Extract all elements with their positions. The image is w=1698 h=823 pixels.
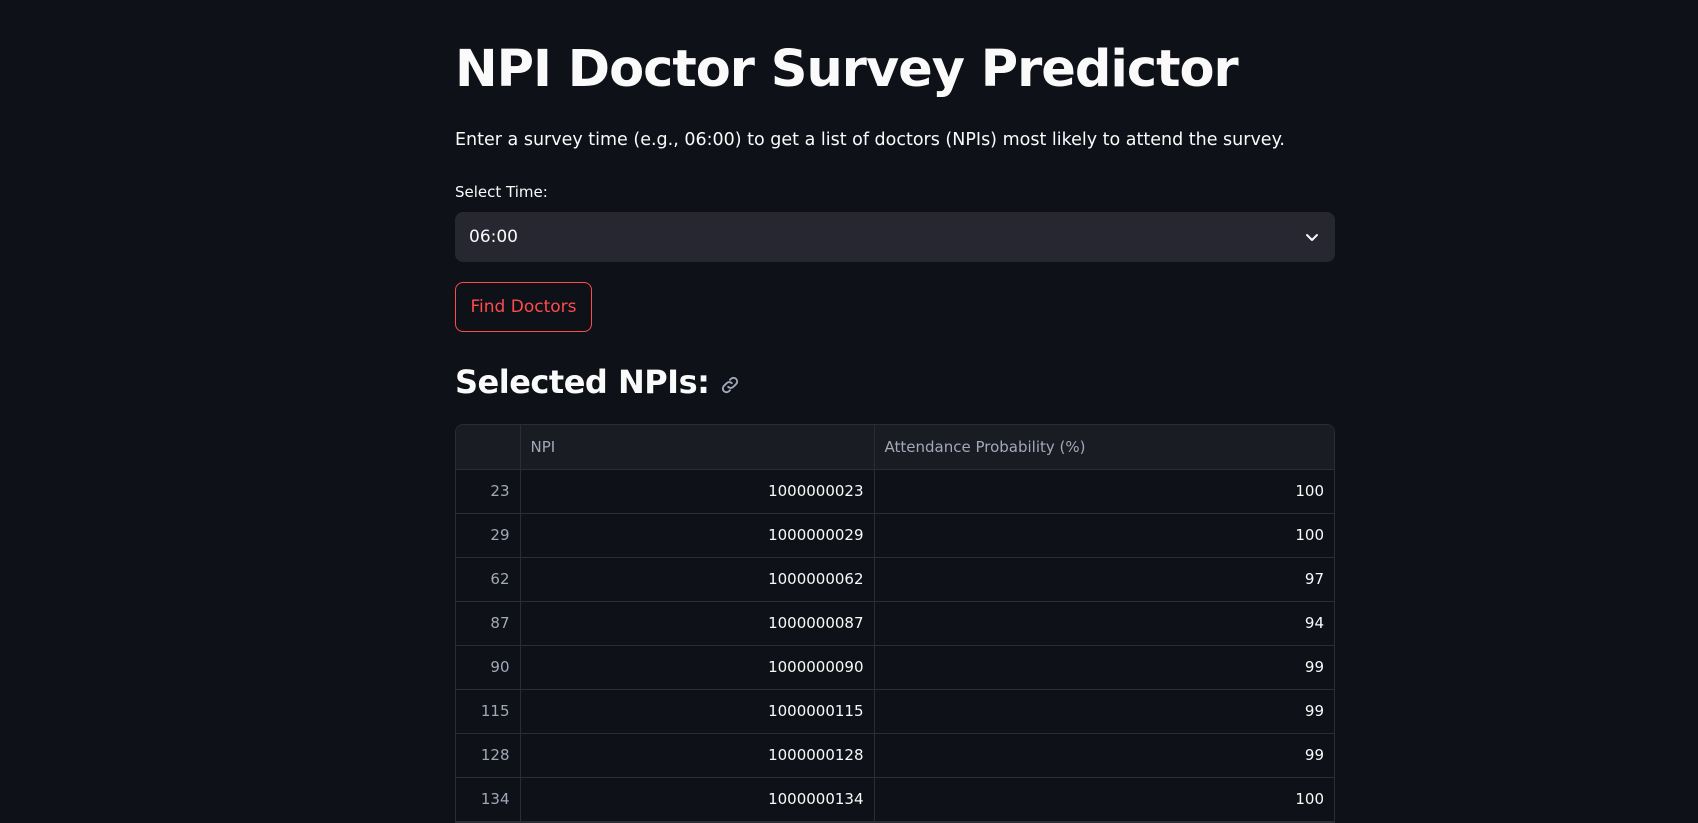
row-index: 62 — [456, 557, 521, 602]
table-header-row: NPI Attendance Probability (%) — [456, 425, 1334, 470]
row-index: 128 — [456, 733, 521, 778]
table-row[interactable]: 62 1000000062 97 — [456, 557, 1334, 602]
row-index: 87 — [456, 601, 521, 646]
probability-cell[interactable]: 94 — [874, 601, 1334, 646]
npi-cell[interactable]: 1000000062 — [520, 557, 875, 602]
npi-cell[interactable]: 1000000023 — [520, 469, 875, 514]
probability-cell[interactable]: 100 — [874, 777, 1334, 822]
npi-cell[interactable]: 1000000134 — [520, 777, 875, 822]
probability-cell[interactable]: 100 — [874, 513, 1334, 558]
probability-cell[interactable]: 100 — [874, 469, 1334, 514]
npi-cell[interactable]: 1000000087 — [520, 601, 875, 646]
link-icon[interactable] — [719, 374, 741, 396]
row-index: 23 — [456, 469, 521, 514]
table-row[interactable]: 29 1000000029 100 — [456, 513, 1334, 558]
column-header-index[interactable] — [456, 425, 521, 470]
table-row[interactable]: 128 1000000128 99 — [456, 733, 1334, 778]
find-doctors-button[interactable]: Find Doctors — [455, 282, 592, 332]
time-select-label: Select Time: — [455, 183, 548, 201]
table-row[interactable]: 90 1000000090 99 — [456, 645, 1334, 690]
time-select[interactable]: 06:00 — [455, 212, 1335, 262]
probability-cell[interactable]: 99 — [874, 733, 1334, 778]
page-title: NPI Doctor Survey Predictor — [455, 40, 1239, 99]
row-index: 134 — [456, 777, 521, 822]
npi-cell[interactable]: 1000000115 — [520, 689, 875, 734]
row-index: 115 — [456, 689, 521, 734]
row-index: 90 — [456, 645, 521, 690]
probability-cell[interactable]: 99 — [874, 689, 1334, 734]
chevron-down-icon — [1303, 228, 1321, 246]
npi-cell[interactable]: 1000000029 — [520, 513, 875, 558]
table-row[interactable]: 87 1000000087 94 — [456, 601, 1334, 646]
table-row[interactable]: 134 1000000134 100 — [456, 777, 1334, 822]
time-select-value: 06:00 — [469, 227, 518, 247]
npi-cell[interactable]: 1000000090 — [520, 645, 875, 690]
probability-cell[interactable]: 99 — [874, 645, 1334, 690]
column-header-attendance-probability[interactable]: Attendance Probability (%) — [874, 425, 1334, 470]
npi-cell[interactable]: 1000000128 — [520, 733, 875, 778]
page-description: Enter a survey time (e.g., 06:00) to get… — [455, 130, 1285, 150]
probability-cell[interactable]: 97 — [874, 557, 1334, 602]
results-heading: Selected NPIs: — [455, 363, 741, 401]
results-table[interactable]: NPI Attendance Probability (%) 23 100000… — [455, 424, 1335, 823]
row-index: 29 — [456, 513, 521, 558]
results-heading-text: Selected NPIs: — [455, 363, 710, 401]
table-row[interactable]: 115 1000000115 99 — [456, 689, 1334, 734]
column-header-npi[interactable]: NPI — [520, 425, 875, 470]
table-row[interactable]: 23 1000000023 100 — [456, 469, 1334, 514]
